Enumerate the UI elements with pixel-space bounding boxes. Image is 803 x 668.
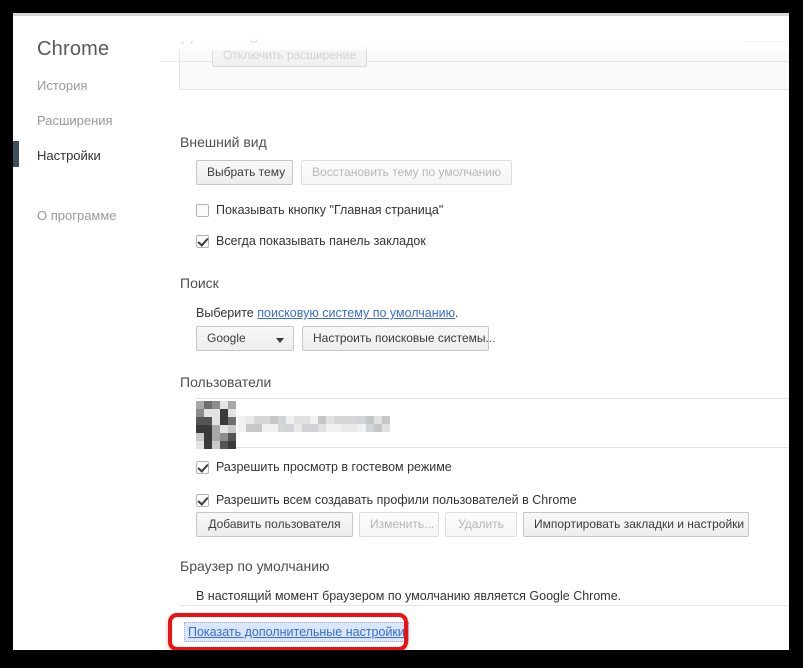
search-desc-suffix: .	[455, 306, 459, 320]
always-show-bookmarks-label: Всегда показывать панель закладок	[216, 234, 426, 248]
settings-content: Настройки Поиск нас Отключить расширение…	[160, 16, 789, 650]
show-advanced-settings-link[interactable]: Показать дополнительные настройки	[184, 622, 409, 642]
default-browser-status: В настоящий момент браузером по умолчани…	[196, 589, 622, 603]
section-heading-search: Поиск	[180, 275, 219, 291]
sidebar-title: Chrome	[37, 38, 110, 60]
section-heading-default-browser: Браузер по умолчанию	[180, 558, 330, 574]
chevron-down-icon	[276, 338, 284, 343]
add-user-button[interactable]: Добавить пользователя	[196, 512, 353, 537]
reset-default-theme-button[interactable]: Восстановить тему по умолчанию	[301, 160, 512, 185]
edit-user-button[interactable]: Изменить...	[359, 512, 439, 537]
sidebar-active-marker	[13, 141, 19, 167]
user-profile-row[interactable]	[196, 398, 789, 449]
always-show-bookmarks-checkbox[interactable]	[196, 235, 209, 248]
user-name-redacted	[238, 416, 390, 432]
footer-divider	[180, 605, 789, 606]
show-home-button-label: Показывать кнопку "Главная страница"	[216, 203, 444, 217]
section-heading-users: Пользователи	[180, 374, 272, 390]
default-search-engine-value: Google	[207, 331, 246, 345]
browser-window-frame: Chrome История Расширения Настройки О пр…	[13, 13, 789, 650]
choose-theme-button[interactable]: Выбрать тему	[196, 160, 293, 185]
scroll-fade-mask	[160, 16, 789, 50]
search-desc-prefix: Выберите	[196, 306, 258, 320]
search-engine-description: Выберите поисковую систему по умолчанию.	[196, 306, 459, 320]
settings-sidebar: Chrome История Расширения Настройки О пр…	[13, 16, 160, 650]
guest-browsing-label: Разрешить просмотр в гостевом режиме	[216, 460, 452, 474]
manage-search-engines-button[interactable]: Настроить поисковые системы...	[302, 326, 496, 351]
sidebar-item-about[interactable]: О программе	[37, 208, 117, 223]
avatar	[196, 401, 236, 449]
sidebar-item-settings[interactable]: Настройки	[37, 148, 101, 163]
show-home-button-checkbox[interactable]	[196, 204, 209, 217]
section-heading-appearance: Внешний вид	[180, 134, 267, 150]
default-search-engine-link[interactable]: поисковую систему по умолчанию	[257, 306, 455, 320]
anyone-add-profile-checkbox[interactable]	[196, 494, 209, 507]
sidebar-item-history[interactable]: История	[37, 78, 87, 93]
guest-browsing-checkbox[interactable]	[196, 461, 209, 474]
sidebar-item-extensions[interactable]: Расширения	[37, 113, 113, 128]
default-search-engine-select[interactable]: Google	[196, 326, 294, 351]
anyone-add-profile-label: Разрешить всем создавать профили пользов…	[216, 493, 577, 507]
delete-user-button[interactable]: Удалить	[445, 512, 517, 537]
import-bookmarks-settings-button[interactable]: Импортировать закладки и настройки	[523, 512, 749, 537]
